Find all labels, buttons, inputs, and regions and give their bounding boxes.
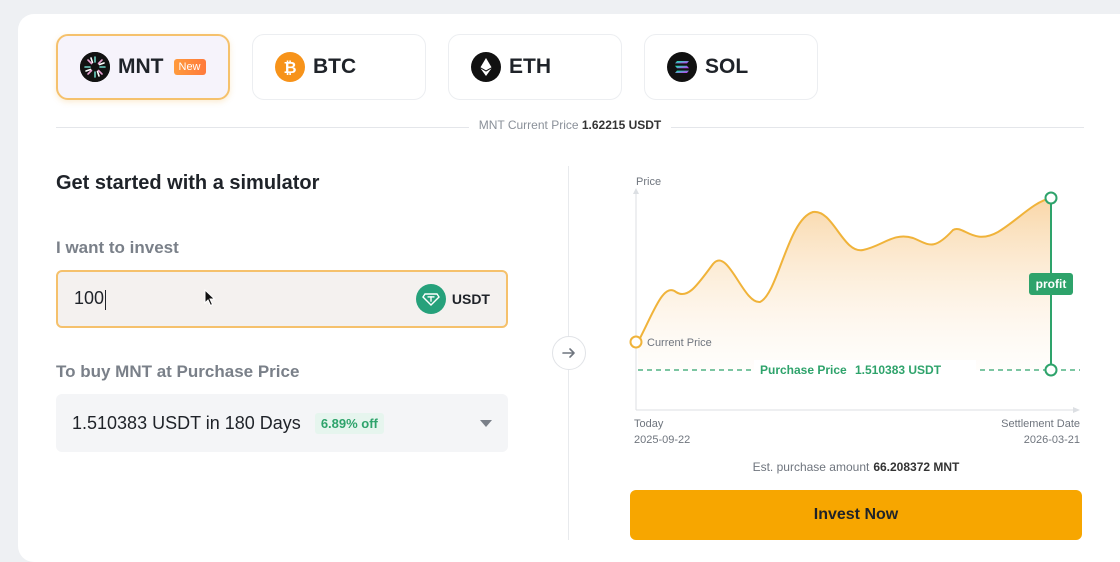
tab-label: ETH bbox=[509, 55, 551, 78]
purchase-price-marker bbox=[1044, 363, 1058, 377]
currency-selector: USDT bbox=[415, 284, 490, 314]
btc-coin-icon: ₿ bbox=[275, 52, 305, 82]
mnt-coin-icon bbox=[80, 52, 110, 82]
sol-coin-icon bbox=[667, 52, 697, 82]
end-date: 2026-03-21 bbox=[1024, 434, 1080, 446]
y-axis-label: Price bbox=[636, 176, 661, 188]
current-price-marker bbox=[629, 335, 643, 349]
simulator-title: Get started with a simulator bbox=[56, 172, 320, 194]
tab-sol[interactable]: SOL bbox=[644, 34, 818, 100]
start-label: Today bbox=[634, 418, 664, 430]
invest-now-button[interactable]: Invest Now bbox=[630, 490, 1082, 540]
tab-mnt[interactable]: MNT New bbox=[56, 34, 230, 100]
discount-badge: 6.89% off bbox=[314, 412, 384, 434]
price-chart: Price Purchase Price 1.510383 USDT profi… bbox=[629, 176, 1080, 446]
purchase-price-text: Purchase Price bbox=[760, 363, 847, 377]
estimate-value: 66.208372 MNT bbox=[873, 460, 960, 474]
settlement-price-marker bbox=[1044, 191, 1058, 205]
purchase-price-value: 1.510383 USDT bbox=[855, 363, 942, 377]
simulator-card: MNT New ₿ BTC ETH SOL MNT Current Price … bbox=[18, 14, 1120, 562]
invest-currency: USDT bbox=[451, 291, 490, 307]
coin-tabs: MNT New ₿ BTC ETH SOL bbox=[56, 34, 818, 100]
current-price-label: MNT Current Price bbox=[478, 118, 579, 132]
chevron-down-icon bbox=[480, 419, 492, 427]
end-label: Settlement Date bbox=[1001, 418, 1080, 430]
current-price-value: 1.62215 USDT bbox=[581, 118, 662, 132]
invest-amount-value: 100 bbox=[74, 288, 105, 309]
tab-label: SOL bbox=[705, 55, 749, 78]
profit-label: profit bbox=[1036, 277, 1067, 291]
start-date: 2025-09-22 bbox=[634, 434, 690, 446]
invest-amount-input[interactable]: 100 USDT bbox=[56, 270, 508, 328]
current-price-chart-label: Current Price bbox=[647, 337, 712, 349]
tab-btc[interactable]: ₿ BTC bbox=[252, 34, 426, 100]
estimate-label: Est. purchase amount bbox=[752, 460, 870, 474]
current-price-row: MNT Current Price 1.62215 USDT bbox=[56, 118, 1084, 132]
buy-label: To buy MNT at Purchase Price bbox=[56, 362, 300, 381]
tab-eth[interactable]: ETH bbox=[448, 34, 622, 100]
eth-coin-icon bbox=[471, 52, 501, 82]
svg-text:₿: ₿ bbox=[283, 58, 296, 77]
tab-label: MNT bbox=[118, 55, 164, 78]
estimate-row: Est. purchase amount 66.208372 MNT bbox=[630, 460, 1082, 474]
tab-label: BTC bbox=[313, 55, 357, 78]
arrow-right-icon bbox=[552, 336, 586, 370]
invest-label: I want to invest bbox=[56, 238, 179, 257]
mouse-pointer-icon bbox=[204, 289, 216, 307]
text-caret bbox=[105, 289, 107, 310]
purchase-price-select[interactable]: 1.510383 USDT in 180 Days 6.89% off bbox=[56, 394, 508, 452]
new-badge: New bbox=[173, 59, 206, 75]
usdt-coin-icon bbox=[415, 284, 446, 314]
purchase-price-option: 1.510383 USDT in 180 Days bbox=[72, 412, 301, 433]
